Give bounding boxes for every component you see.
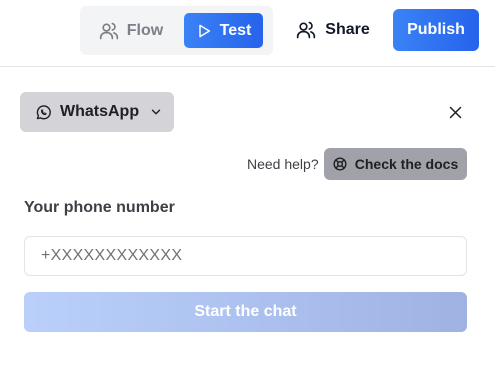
tab-flow-label: Flow (126, 21, 164, 39)
start-chat-button[interactable]: Start the chat (24, 292, 467, 332)
users-icon (99, 21, 119, 41)
close-icon (448, 105, 463, 120)
lifebuoy-icon (333, 157, 347, 171)
check-docs-button[interactable]: Check the docs (324, 148, 467, 180)
share-button[interactable]: Share (281, 9, 385, 51)
tab-test-label: Test (219, 21, 252, 39)
help-text: Need help? (247, 156, 319, 172)
phone-number-input[interactable] (24, 236, 467, 276)
phone-number-label: Your phone number (24, 199, 175, 216)
whatsapp-icon (35, 104, 52, 121)
channel-dropdown[interactable]: WhatsApp (20, 92, 174, 132)
users-icon (296, 20, 316, 40)
tab-test[interactable]: Test (184, 13, 263, 48)
chevron-down-icon (149, 105, 163, 119)
top-toolbar: Flow Test Share Publish (0, 0, 495, 67)
play-icon (196, 23, 212, 39)
check-docs-label: Check the docs (354, 156, 459, 172)
view-switcher: Flow Test (80, 6, 273, 55)
share-button-label: Share (325, 21, 370, 38)
publish-button[interactable]: Publish (393, 9, 479, 51)
channel-label: WhatsApp (60, 103, 140, 120)
tab-flow[interactable]: Flow (90, 13, 172, 48)
close-button[interactable] (444, 101, 466, 123)
